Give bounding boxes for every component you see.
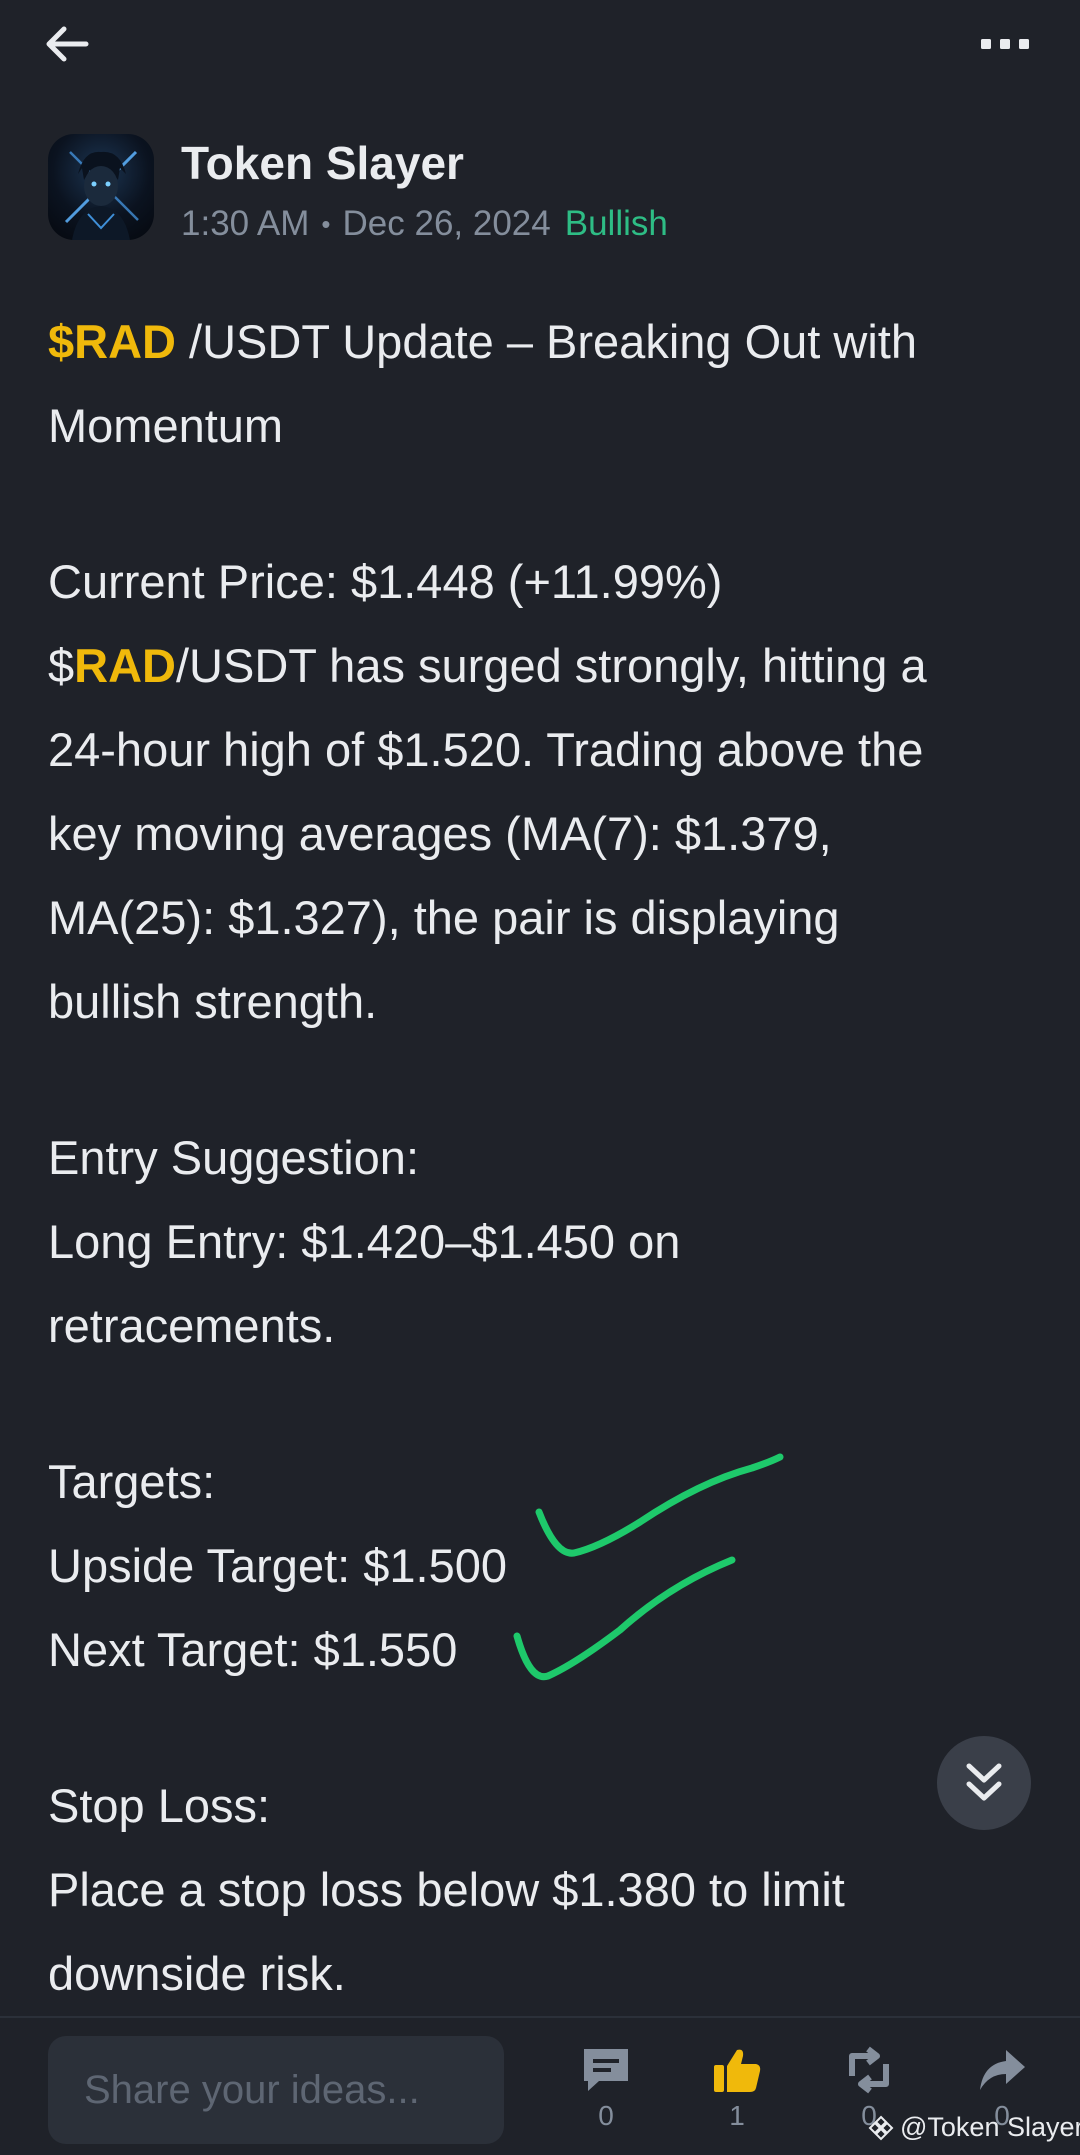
arrow-left-icon — [46, 26, 89, 62]
surge-text: /USDT has surged strongly, hitting a — [175, 639, 927, 692]
surge-line-5: bullish strength. — [48, 975, 378, 1028]
author-name[interactable]: Token Slayer — [181, 136, 464, 190]
repost-icon — [849, 2046, 889, 2094]
double-chevron-down-icon — [966, 1763, 1002, 1801]
avatar[interactable] — [48, 134, 154, 240]
post-title-line-2: Momentum — [48, 399, 284, 452]
binance-logo-icon — [868, 2115, 894, 2140]
post-meta: 1:30 AM • Dec 26, 2024 Bullish — [181, 204, 668, 244]
comment-count: 0 — [598, 2100, 614, 2131]
stop-heading: Stop Loss: — [48, 1779, 271, 1832]
post-author-header: Token Slayer 1:30 AM • Dec 26, 2024 Bull… — [48, 134, 948, 244]
stop-line-2: downside risk. — [48, 1947, 346, 2000]
like-count: 1 — [729, 2100, 745, 2131]
targets-heading: Targets: — [48, 1455, 216, 1508]
watermark-text: @Token Slayer — [900, 2112, 1080, 2142]
surge-line-4: MA(25): $1.327), the pair is displaying — [48, 891, 840, 944]
watermark: @Token Slayer — [868, 2112, 1080, 2143]
stop-line-1: Place a stop loss below $1.380 to limit — [48, 1863, 845, 1916]
current-price-line: Current Price: $1.448 (+11.99%) — [48, 555, 723, 608]
post-date: Dec 26, 2024 — [342, 204, 551, 243]
sentiment-badge: Bullish — [564, 204, 668, 243]
comment-button[interactable]: 0 — [566, 2046, 646, 2146]
surge-line: $RAD/USDT has surged strongly, hitting a — [48, 624, 1048, 708]
dollar-sign: $ — [48, 639, 75, 692]
thumbs-up-icon — [714, 2049, 761, 2092]
like-button[interactable]: 1 — [697, 2046, 777, 2146]
surge-line-2: 24-hour high of $1.520. Trading above th… — [48, 723, 924, 776]
post-title-text: /USDT Update – Breaking Out with — [175, 315, 917, 368]
more-options-button[interactable] — [970, 16, 1040, 72]
share-icon — [980, 2050, 1025, 2090]
meta-separator: • — [321, 208, 331, 239]
scroll-down-button[interactable] — [937, 1736, 1031, 1830]
surge-line-3: key moving averages (MA(7): $1.379, — [48, 807, 832, 860]
entry-heading: Entry Suggestion: — [48, 1131, 419, 1184]
post-body: $RAD /USDT Update – Breaking Out with Mo… — [48, 300, 1048, 2016]
back-button[interactable] — [42, 16, 112, 72]
rad-inline-tag[interactable]: RAD — [74, 639, 176, 692]
post-title-line: $RAD /USDT Update – Breaking Out with — [48, 300, 1048, 384]
comment-icon — [584, 2049, 628, 2091]
target-2: Next Target: $1.550 — [48, 1623, 458, 1676]
more-dots-icon — [981, 39, 1029, 49]
entry-line-1: Long Entry: $1.420–$1.450 on — [48, 1215, 681, 1268]
target-1: Upside Target: $1.500 — [48, 1539, 508, 1592]
rad-cashtag[interactable]: $RAD — [48, 315, 176, 368]
share-ideas-input[interactable] — [48, 2036, 504, 2144]
post-time: 1:30 AM — [181, 204, 310, 243]
entry-line-2: retracements. — [48, 1299, 336, 1352]
top-bar — [0, 0, 1080, 90]
